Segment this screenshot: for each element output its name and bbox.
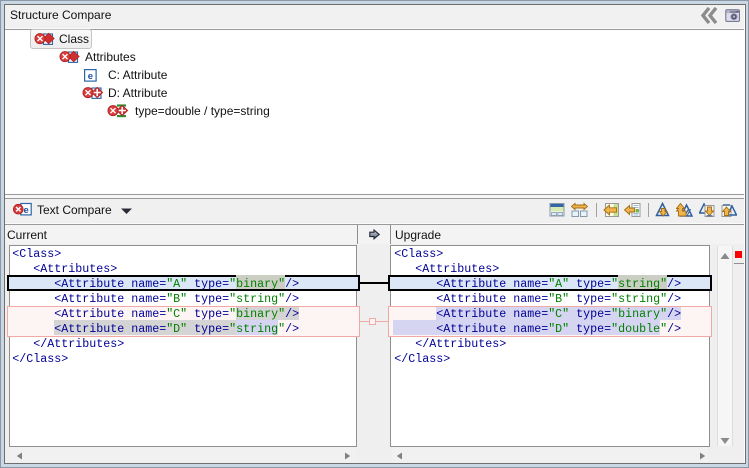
svg-text:e: e [24,205,29,216]
svg-text:e: e [88,71,93,82]
